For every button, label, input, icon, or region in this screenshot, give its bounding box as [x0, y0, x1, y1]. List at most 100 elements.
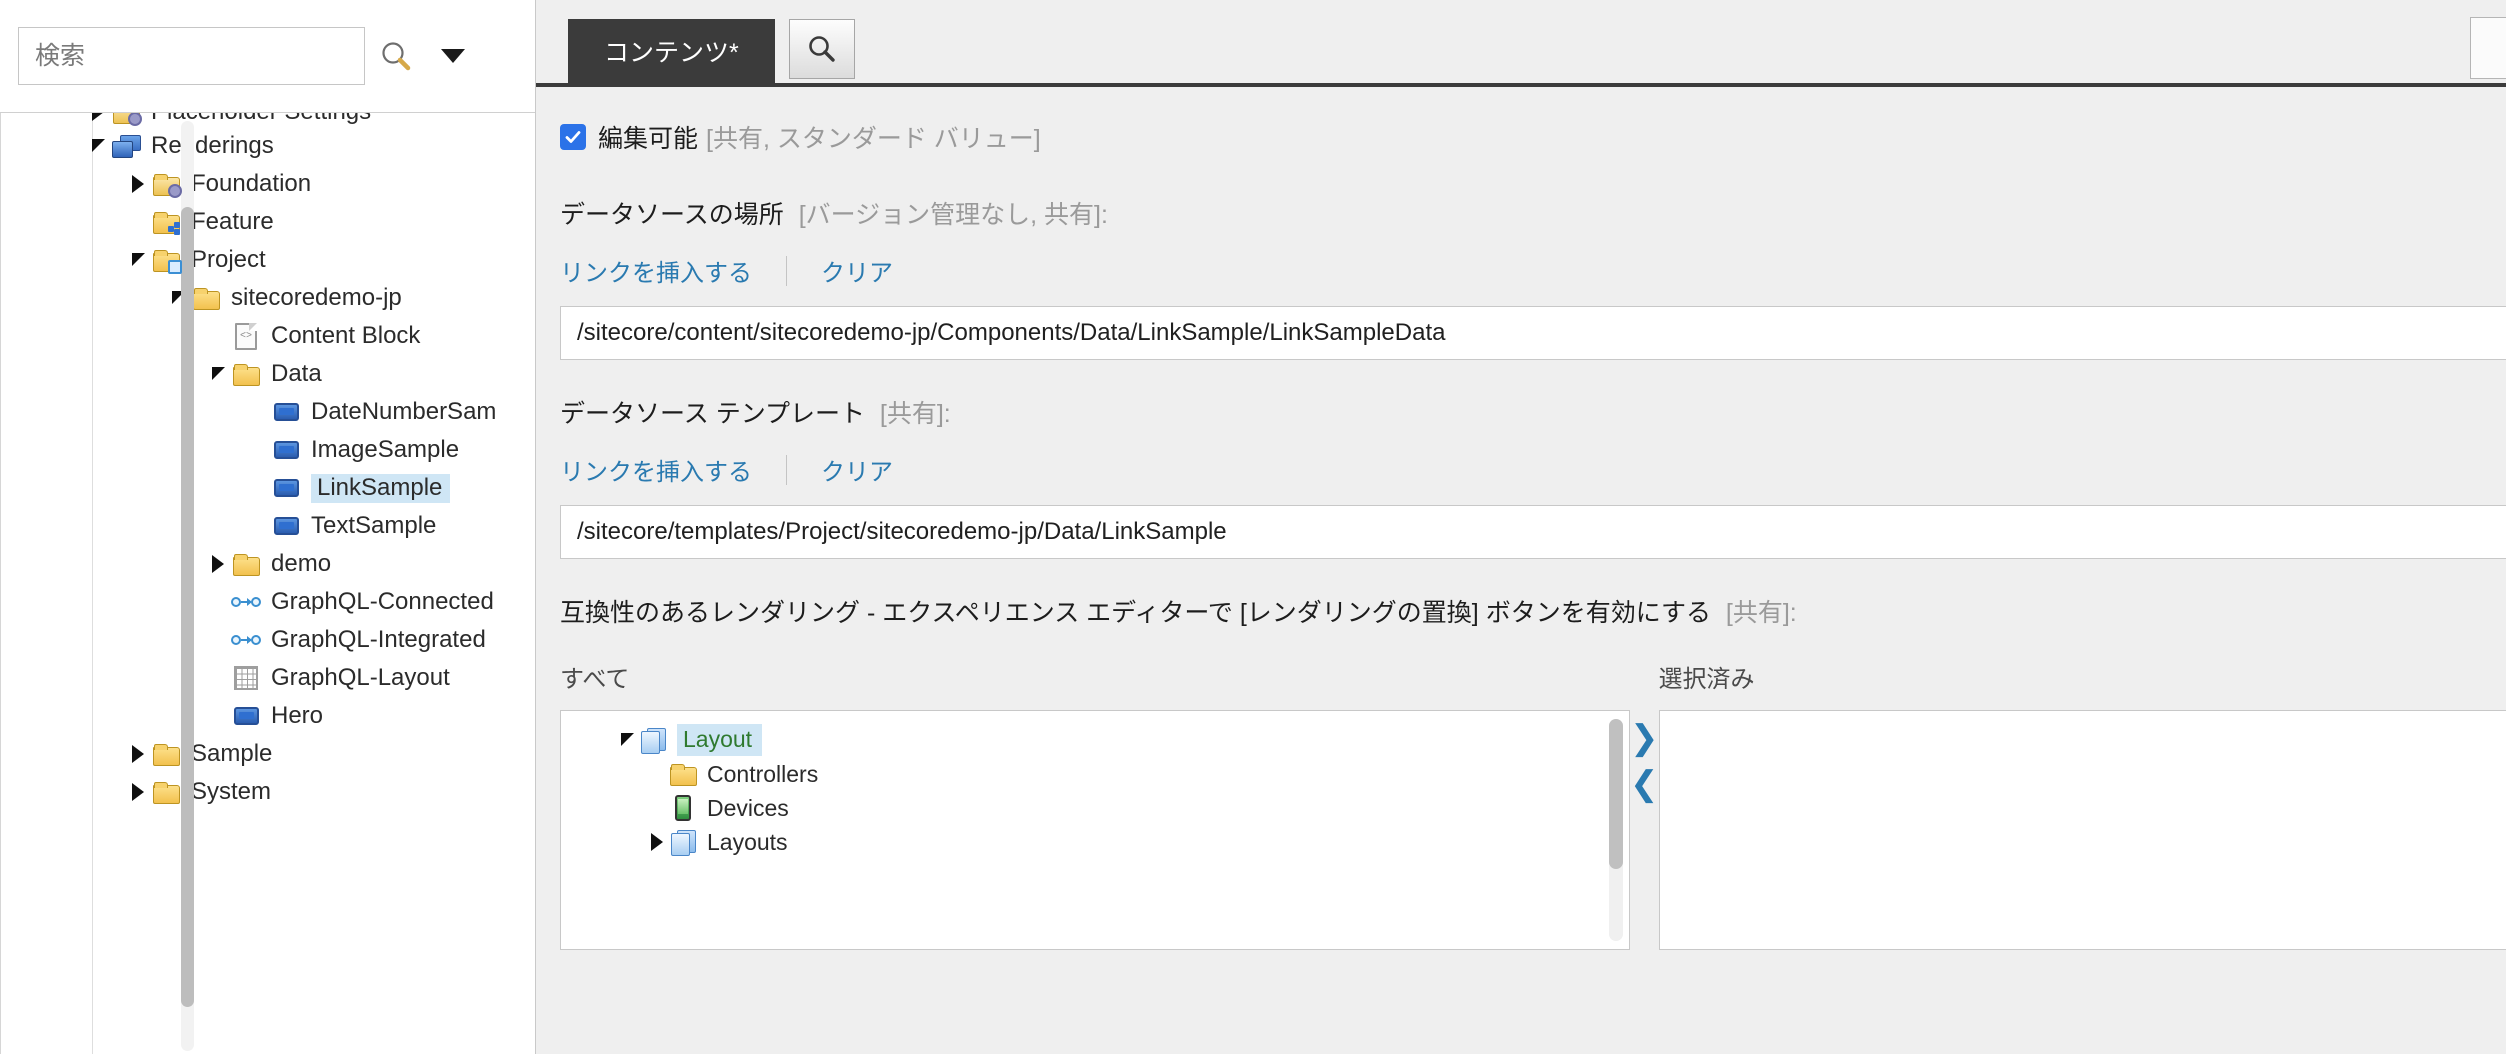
tree-item-label: LinkSample — [311, 473, 451, 503]
tree-item-content-block[interactable]: <> Content Block — [1, 317, 535, 355]
tree-item-demo[interactable]: demo — [1, 545, 535, 583]
chevron-right-icon[interactable]: ❯ — [1630, 721, 1659, 755]
all-renderings-scrollbar-thumb[interactable] — [1609, 719, 1623, 869]
all-renderings-caption: すべて — [560, 666, 630, 693]
tree-item-label: Hero — [271, 702, 324, 729]
tree-list[interactable]: Placeholder Settings Renderings Foundation… — [1, 113, 535, 1054]
selected-renderings-column: 選択済み — [1658, 659, 2506, 950]
action-divider — [786, 255, 787, 286]
tree-item-feature[interactable]: Feature — [1, 203, 535, 241]
datasource-template-input[interactable] — [560, 505, 2506, 559]
collapse-arrow-icon[interactable] — [205, 355, 231, 393]
search-icon[interactable] — [365, 27, 427, 85]
editable-checkbox[interactable] — [560, 124, 586, 150]
rendering-icon — [271, 435, 301, 465]
grid-icon — [231, 663, 261, 693]
tree-item-placeholder-settings[interactable]: Placeholder Settings — [1, 113, 535, 127]
folder-icon — [231, 549, 261, 579]
tree-arrow-spacer — [205, 583, 231, 621]
tree-arrow-spacer — [245, 507, 271, 545]
tab-overflow-box[interactable] — [2470, 17, 2506, 79]
datasource-location-label: データソースの場所 [バージョン管理なし, 共有]: — [560, 195, 2506, 231]
collapse-arrow-icon[interactable] — [615, 723, 639, 757]
action-divider — [786, 454, 787, 485]
tree-item-graphql-integrated[interactable]: GraphQL-Integrated — [1, 621, 535, 659]
tree-arrow-spacer — [645, 757, 669, 791]
datasource-template-block: データソース テンプレート [共有]: リンクを挿入する クリア — [560, 394, 2506, 559]
tree-item-imagesample[interactable]: ImageSample — [1, 431, 535, 469]
dual-list-item-label: Controllers — [707, 760, 819, 787]
dual-list-item-layouts[interactable]: Layouts — [561, 825, 1629, 859]
layout-stack-icon — [669, 828, 697, 856]
tree-arrow-spacer — [205, 317, 231, 355]
collapse-arrow-icon[interactable] — [85, 127, 111, 165]
expand-arrow-icon[interactable] — [645, 825, 669, 859]
editable-label: 編集可能 — [598, 125, 699, 153]
tree-item-label: GraphQL-Integrated — [271, 626, 486, 653]
chevron-down-icon[interactable] — [427, 27, 479, 85]
folder-gear-icon — [111, 113, 142, 127]
expand-arrow-icon[interactable] — [85, 113, 111, 127]
datasource-location-insert-link[interactable]: リンクを挿入する — [560, 253, 752, 288]
folder-icon — [669, 760, 697, 788]
datasource-template-insert-link[interactable]: リンクを挿入する — [560, 452, 752, 487]
tree-arrow-spacer — [205, 621, 231, 659]
all-renderings-box[interactable]: Layout Controllers Devices Layouts — [560, 710, 1630, 950]
chevron-left-icon[interactable]: ❮ — [1630, 767, 1659, 801]
datasource-location-actions: リンクを挿入する クリア — [560, 253, 2506, 288]
tree-item-hero[interactable]: Hero — [1, 697, 535, 735]
tree-scrollbar-thumb[interactable] — [181, 207, 194, 1007]
folder-icon — [231, 359, 261, 389]
compatible-renderings-dual-list: すべて Layout Controllers Devices Layouts ❯ ❮ … — [560, 659, 2506, 950]
expand-arrow-icon[interactable] — [125, 735, 151, 773]
rendering-icon — [271, 397, 301, 427]
datasource-location-clear[interactable]: クリア — [821, 253, 893, 288]
tab-search-button[interactable] — [788, 19, 855, 79]
datasource-location-input[interactable] — [560, 306, 2506, 360]
search-input[interactable] — [18, 27, 365, 85]
tree-item-datenumbersam[interactable]: DateNumberSam — [1, 393, 535, 431]
rendering-icon — [231, 701, 261, 731]
device-icon — [669, 794, 697, 822]
tree-item-project[interactable]: Project — [1, 241, 535, 279]
folder-icon — [151, 739, 181, 769]
tab-strip: コンテンツ* — [536, 0, 2506, 87]
compatible-renderings-label: 互換性のあるレンダリング - エクスペリエンス エディターで [レンダリングの置… — [560, 593, 2506, 629]
dual-list-item-layout[interactable]: Layout — [561, 723, 1629, 757]
selected-renderings-box[interactable] — [1658, 710, 2506, 950]
collapse-arrow-icon[interactable] — [125, 241, 151, 279]
dual-list-item-devices[interactable]: Devices — [561, 791, 1629, 825]
tree-item-linksample[interactable]: LinkSample — [1, 469, 535, 507]
tree-arrow-spacer — [205, 659, 231, 697]
rendering-icon — [271, 473, 301, 503]
transfer-buttons: ❯ ❮ — [1630, 659, 1659, 807]
dual-list-item-label: Layouts — [707, 828, 788, 855]
dual-list-item-controllers[interactable]: Controllers — [561, 757, 1629, 791]
tree-item-foundation[interactable]: Foundation — [1, 165, 535, 203]
code-file-icon: <> — [231, 321, 261, 351]
tree-item-data[interactable]: Data — [1, 355, 535, 393]
tree-item-graphql-connected[interactable]: GraphQL-Connected — [1, 583, 535, 621]
datasource-template-clear[interactable]: クリア — [821, 452, 893, 487]
tree-item-sitecoredemo-jp[interactable]: sitecoredemo-jp — [1, 279, 535, 317]
dual-list-item-label: Layout — [677, 724, 763, 756]
all-renderings-scrollbar[interactable] — [1609, 719, 1623, 941]
tree-item-graphql-layout[interactable]: GraphQL-Layout — [1, 659, 535, 697]
tree-item-textsample[interactable]: TextSample — [1, 507, 535, 545]
tree-item-label: Data — [271, 360, 322, 387]
tree-item-sample[interactable]: Sample — [1, 735, 535, 773]
expand-arrow-icon[interactable] — [125, 773, 151, 811]
tree-scrollbar[interactable] — [181, 121, 194, 1051]
tab-content[interactable]: コンテンツ* — [568, 19, 775, 83]
field-editor-form: 編集可能 [共有, スタンダード バリュー] データソースの場所 [バージョン管… — [536, 91, 2506, 1054]
graphql-icon — [231, 587, 261, 617]
expand-arrow-icon[interactable] — [125, 165, 151, 203]
tree-item-label: demo — [271, 550, 332, 577]
folder-icon — [191, 283, 221, 313]
tree-item-label: Foundation — [191, 170, 312, 197]
expand-arrow-icon[interactable] — [205, 545, 231, 583]
tree-item-system[interactable]: System — [1, 773, 535, 811]
tree-item-renderings[interactable]: Renderings — [1, 127, 535, 165]
all-renderings-list[interactable]: Layout Controllers Devices Layouts — [561, 723, 1629, 859]
folder-window-icon — [151, 245, 182, 275]
